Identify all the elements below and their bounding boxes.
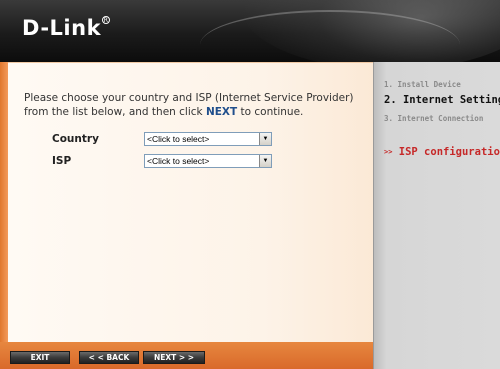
back-button[interactable]: < < BACK [79, 351, 139, 364]
country-label: Country [52, 133, 99, 145]
substep-isp-configuration: >> ISP configuration [384, 146, 500, 158]
step-install-device: 1. Install Device [384, 80, 461, 89]
dlink-logo: D-Link R [22, 16, 111, 40]
instruction-suffix: to continue. [237, 106, 304, 118]
next-button[interactable]: NEXT > > [143, 351, 205, 364]
instruction-prefix: Please choose your country and ISP (Inte… [24, 92, 354, 118]
wizard-steps-sidebar: 1. Install Device 2. Internet Setting 3.… [373, 62, 500, 369]
step-internet-setting: 2. Internet Setting [384, 94, 500, 106]
dropdown-arrow-icon[interactable]: ▼ [259, 155, 271, 167]
instruction-next-keyword: NEXT [205, 106, 238, 118]
registered-mark-icon: R [102, 16, 111, 24]
main-content-panel: Please choose your country and ISP (Inte… [8, 62, 373, 342]
country-select-value: <Click to select> [147, 134, 210, 144]
country-select[interactable]: <Click to select> ▼ [144, 132, 272, 146]
isp-label: ISP [52, 155, 72, 167]
substep-label: ISP configuration [398, 146, 500, 158]
logo-text: D-Link [22, 16, 102, 40]
frame-left-border [0, 62, 8, 369]
exit-button[interactable]: EXIT [10, 351, 70, 364]
instruction-text: Please choose your country and ISP (Inte… [24, 91, 364, 119]
isp-select[interactable]: <Click to select> ▼ [144, 154, 272, 168]
dropdown-arrow-icon[interactable]: ▼ [259, 133, 271, 145]
step-internet-connection: 3. Internet Connection [384, 114, 484, 123]
header-bar: D-Link R [0, 0, 500, 62]
double-chevron-icon: >> [384, 148, 393, 156]
isp-select-value: <Click to select> [147, 156, 210, 166]
